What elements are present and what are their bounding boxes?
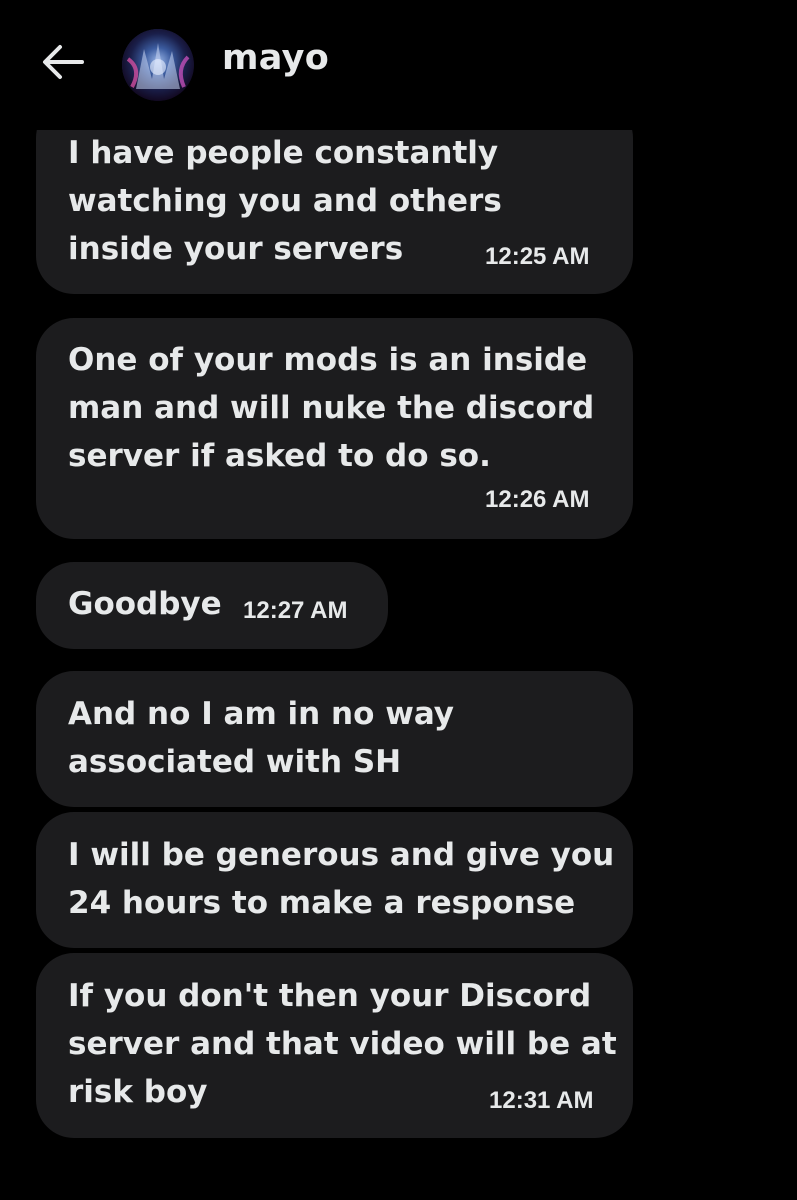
message-text-line: man and will nuke the discord	[68, 390, 595, 426]
conversation-header: mayo	[0, 0, 797, 130]
message-bubble[interactable]: If you don't then your Discord server an…	[36, 953, 633, 1138]
message-bubble[interactable]: And no I am in no way associated with SH	[36, 671, 633, 807]
message-text-line: server and that video will be at	[68, 1026, 617, 1062]
conversation-username[interactable]: mayo	[222, 38, 329, 78]
arrow-left-icon	[43, 45, 84, 79]
avatar-image	[122, 29, 194, 101]
message-text-line: I will be generous and give you	[68, 837, 615, 873]
message-bubble[interactable]: I will be generous and give you 24 hours…	[36, 812, 633, 948]
message-bubble[interactable]: Goodbye 12:27 AM	[36, 562, 388, 649]
message-text-line: associated with SH	[68, 744, 402, 780]
message-text-line: server if asked to do so.	[68, 438, 491, 474]
message-text-line: One of your mods is an inside	[68, 342, 588, 378]
message-timestamp: 12:25 AM	[485, 243, 590, 270]
message-text-line: If you don't then your Discord	[68, 978, 592, 1014]
message-text-line: And no I am in no way	[68, 696, 455, 732]
message-timestamp: 12:31 AM	[489, 1087, 594, 1114]
message-timestamp: 12:26 AM	[485, 486, 590, 513]
message-bubble[interactable]: One of your mods is an inside man and wi…	[36, 318, 633, 539]
avatar[interactable]	[122, 29, 194, 101]
message-text-line: Goodbye	[68, 586, 222, 622]
message-timestamp: 12:27 AM	[243, 597, 348, 624]
message-text-line: inside your servers	[68, 231, 404, 267]
message-text-line: watching you and others	[68, 183, 502, 219]
back-button[interactable]	[38, 40, 86, 84]
message-text-line: risk boy	[68, 1074, 208, 1110]
message-text-line: 24 hours to make a response	[68, 885, 576, 921]
message-text-line: I have people constantly	[68, 135, 499, 171]
